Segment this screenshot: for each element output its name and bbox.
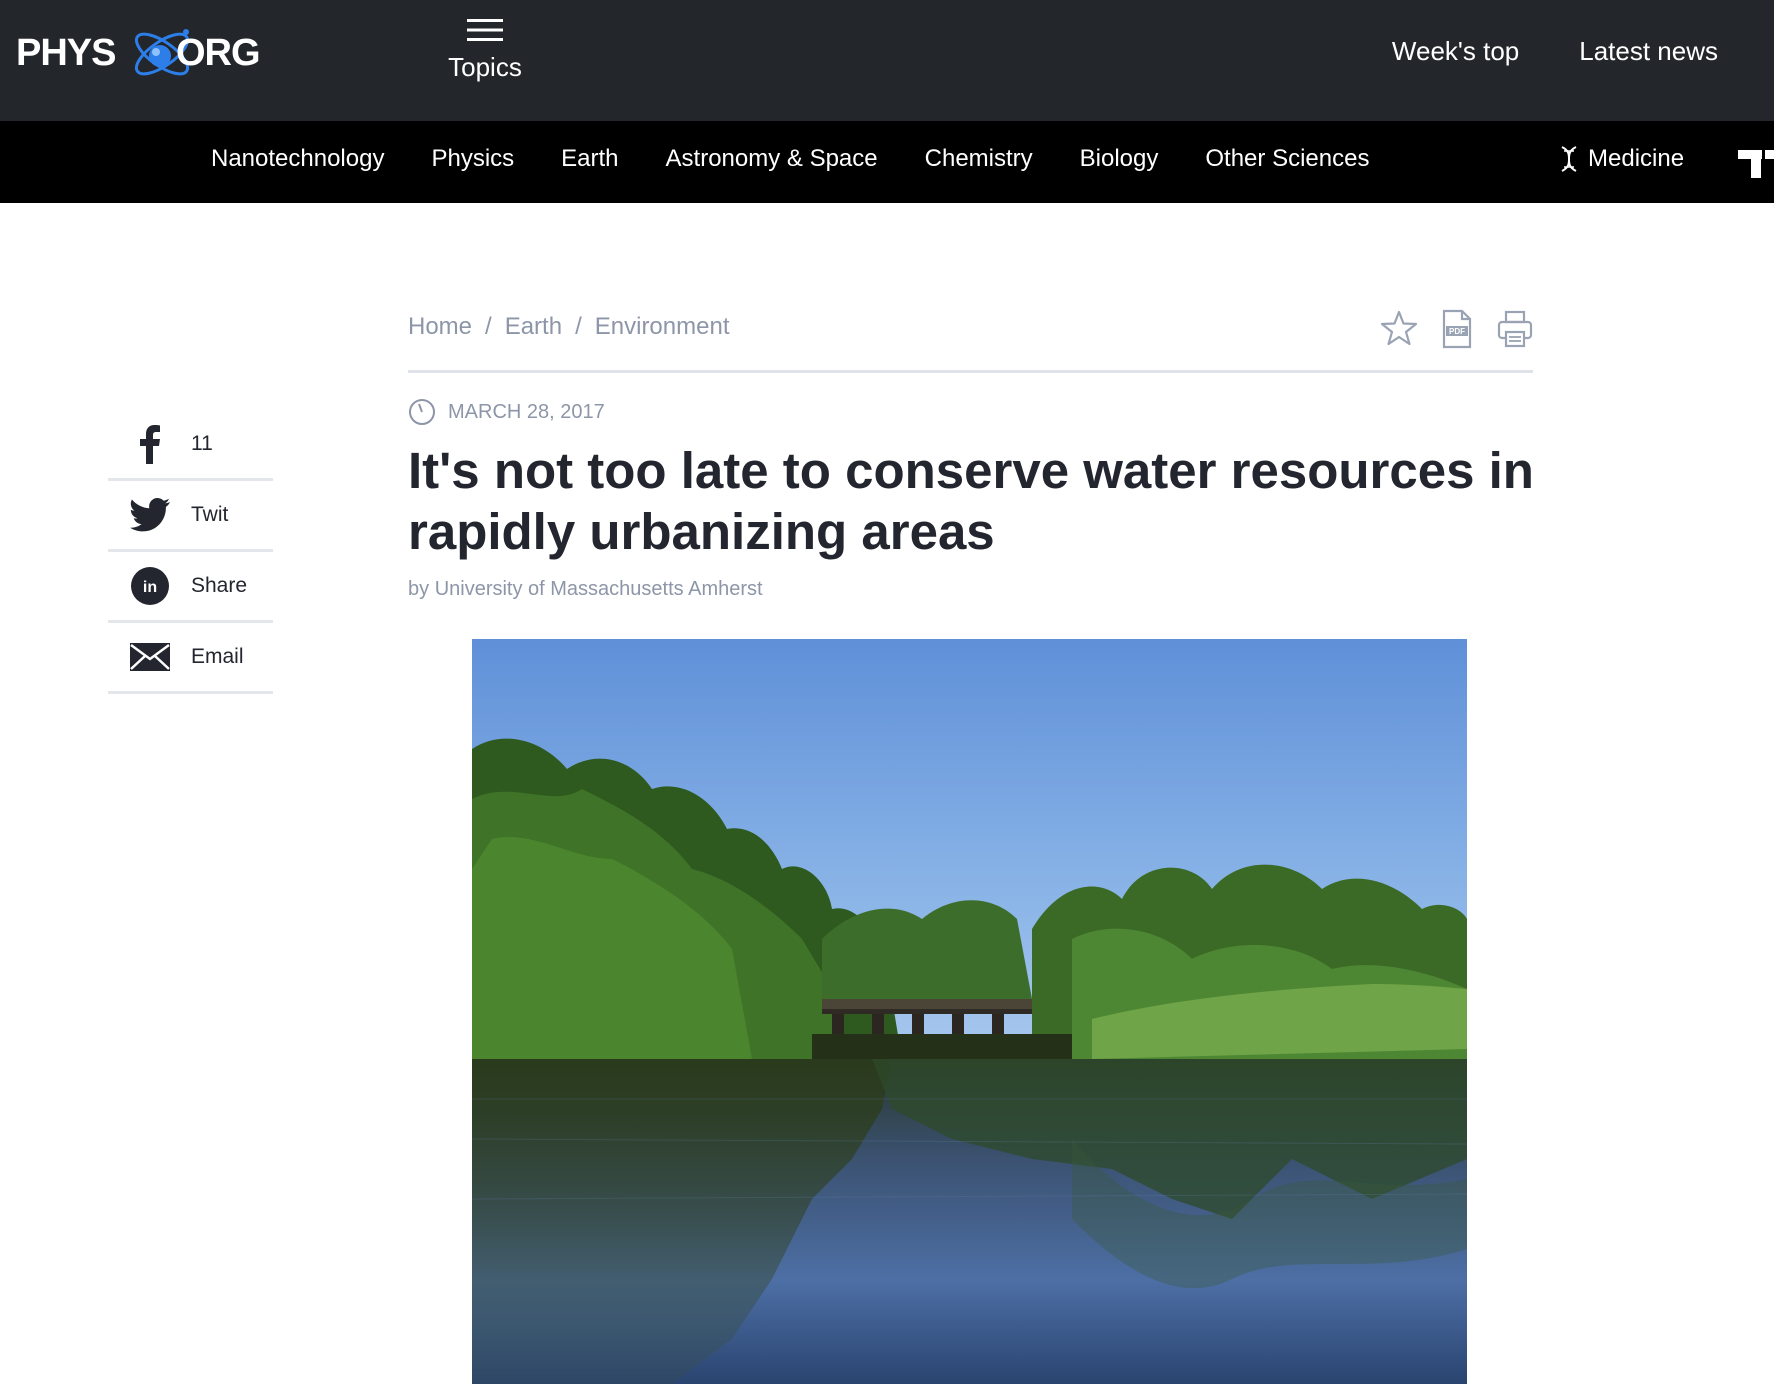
twitter-share-button[interactable]: Twit (108, 481, 273, 552)
article-tools: PDF (1380, 308, 1534, 350)
nav-item-chemistry[interactable]: Chemistry (925, 145, 1033, 173)
breadcrumb-separator: / (575, 313, 582, 340)
facebook-icon (129, 423, 171, 465)
envelope-icon (129, 636, 171, 678)
dna-icon (1561, 146, 1577, 172)
email-share-button[interactable]: Email (108, 623, 273, 694)
article-hero-image[interactable] (472, 639, 1467, 1384)
facebook-share-button[interactable]: 11 (108, 410, 273, 481)
linkedin-share-button[interactable]: in Share (108, 552, 273, 623)
linkedin-share-label: Share (191, 574, 248, 597)
byline-author[interactable]: University of Massachusetts Amherst (435, 578, 763, 600)
site-logo[interactable]: PHYS ORG (16, 18, 261, 88)
article-date: MARCH 28, 2017 (448, 400, 605, 423)
breadcrumb: Home / Earth / Environment (408, 313, 729, 341)
nav-item-earth[interactable]: Earth (561, 145, 618, 173)
nav-item-astronomy-space[interactable]: Astronomy & Space (666, 145, 878, 173)
site-header: PHYS ORG Topics Week's top Latest news (0, 0, 1774, 121)
article-byline: by University of Massachusetts Amherst (408, 578, 763, 601)
share-sidebar: 11 Twit in Share Email (108, 410, 273, 694)
logo-text-left: PHYS (16, 32, 116, 74)
pdf-badge-text: PDF (1449, 327, 1465, 336)
clock-icon (409, 399, 435, 425)
bookmark-star-icon[interactable] (1380, 308, 1418, 350)
breadcrumb-divider (408, 370, 1533, 373)
breadcrumb-earth[interactable]: Earth (505, 313, 562, 341)
medicine-label: Medicine (1588, 145, 1685, 172)
linkedin-icon: in (129, 565, 171, 607)
pdf-download-icon[interactable]: PDF (1438, 308, 1476, 350)
byline-prefix: by (408, 578, 430, 600)
category-list: Nanotechnology Physics Earth Astronomy &… (211, 145, 1369, 173)
nav-item-other-sciences[interactable]: Other Sciences (1205, 145, 1369, 173)
email-share-label: Email (191, 645, 244, 668)
nav-item-nanotechnology[interactable]: Nanotechnology (211, 145, 384, 173)
twitter-share-label: Twit (191, 503, 229, 526)
topics-menu-button[interactable]: Topics (440, 18, 530, 92)
breadcrumb-home[interactable]: Home (408, 313, 472, 341)
logo-text-right: ORG (176, 32, 261, 74)
article-title: It's not too late to conserve water reso… (408, 442, 1534, 560)
nav-item-biology[interactable]: Biology (1080, 145, 1159, 173)
tech-network-icon[interactable] (1738, 150, 1774, 178)
twitter-bird-icon (129, 494, 171, 536)
topics-label: Topics (448, 52, 522, 82)
nav-item-medicine[interactable]: Medicine (1560, 145, 1684, 173)
breadcrumb-environment[interactable]: Environment (595, 313, 730, 341)
facebook-share-count: 11 (191, 432, 213, 455)
nav-item-physics[interactable]: Physics (431, 145, 514, 173)
breadcrumb-separator: / (485, 313, 492, 340)
latest-news-link[interactable]: Latest news (1579, 36, 1718, 67)
print-icon[interactable] (1496, 308, 1534, 350)
article-dateline: MARCH 28, 2017 (408, 398, 605, 426)
weeks-top-link[interactable]: Week's top (1392, 36, 1519, 67)
header-links: Week's top Latest news (1392, 36, 1718, 67)
hamburger-menu-icon (467, 19, 503, 41)
linkedin-badge-text: in (143, 579, 157, 596)
category-nav: Nanotechnology Physics Earth Astronomy &… (0, 121, 1774, 203)
